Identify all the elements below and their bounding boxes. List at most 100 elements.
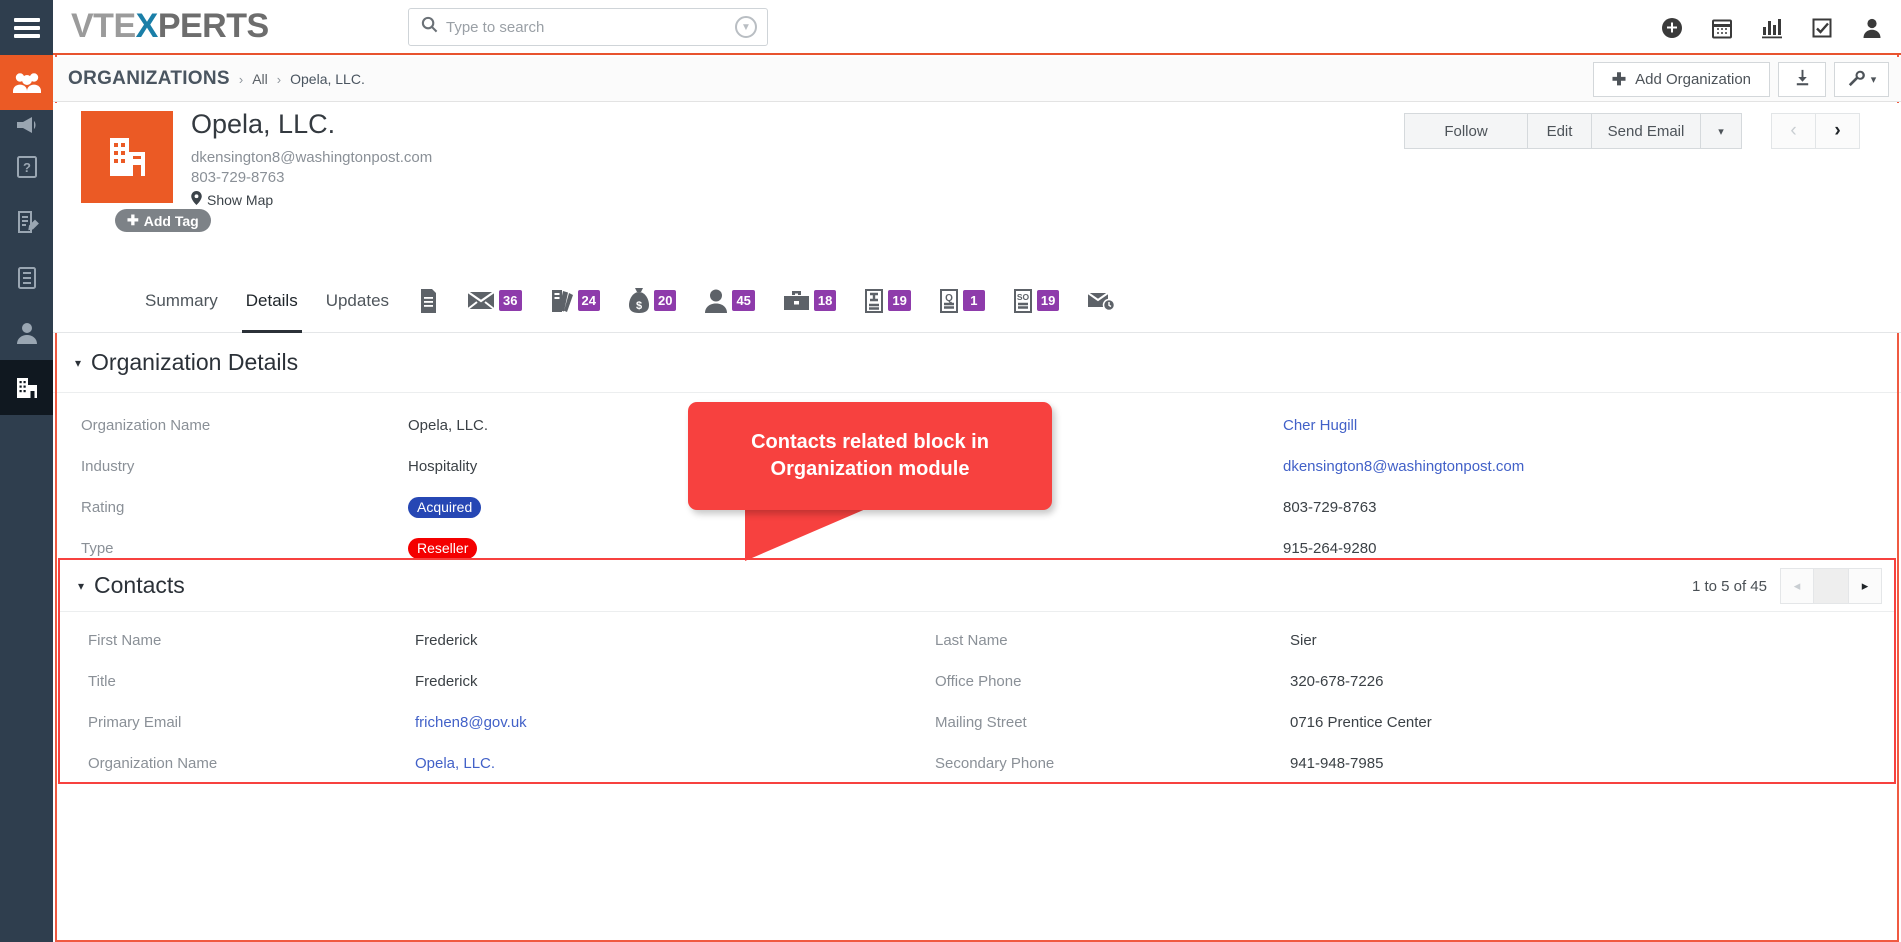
collapse-caret-icon[interactable]: ▾	[75, 356, 81, 370]
pagination-previous-button[interactable]: ◂	[1780, 568, 1814, 604]
contact-row: Primary Email frichen8@gov.uk Mailing St…	[60, 702, 1894, 743]
field-label: Primary Email	[88, 714, 182, 731]
tab-documents[interactable]	[403, 269, 453, 333]
breadcrumb-item-all[interactable]: All	[252, 71, 268, 87]
organization-details-header[interactable]: ▾ Organization Details	[53, 333, 1901, 393]
field-label: Rating	[81, 499, 125, 516]
tab-quotes[interactable]: Q 1	[925, 269, 999, 333]
field-label: Organization Name	[88, 755, 218, 772]
checklist-icon[interactable]	[1811, 17, 1833, 39]
top-icon-group	[1661, 0, 1883, 55]
collapse-caret-icon[interactable]: ▾	[78, 579, 84, 593]
record-avatar	[81, 111, 173, 203]
pagination-page-button[interactable]	[1813, 568, 1849, 604]
tab-tickets[interactable]: 24	[536, 269, 614, 333]
breadcrumb-item-record: Opela, LLC.	[290, 71, 365, 87]
person-icon	[704, 288, 728, 314]
sidebar-item-faq[interactable]: ?	[0, 140, 53, 195]
pagination-next-button[interactable]: ▸	[1848, 568, 1882, 604]
breadcrumb-module[interactable]: ORGANIZATIONS	[68, 68, 230, 90]
app-logo[interactable]: VTE X PERTS	[71, 7, 269, 46]
organizations-building-icon	[16, 377, 37, 398]
rating-badge: Acquired	[408, 497, 482, 518]
add-organization-button[interactable]: ✚ Add Organization	[1592, 62, 1770, 97]
file-cabinet-icon	[17, 266, 36, 289]
field-label: Office Phone	[935, 673, 1022, 690]
field-value: 320-678-7226	[1290, 673, 1384, 690]
contact-row: First Name Frederick Last Name Sier	[60, 620, 1894, 661]
tab-projects[interactable]: 18	[769, 269, 850, 333]
analytics-icon[interactable]	[1761, 17, 1783, 39]
add-tag-button[interactable]: ✚ Add Tag	[115, 209, 211, 232]
sidebar-item-user[interactable]	[0, 305, 53, 360]
sidebar-item-documents[interactable]	[0, 250, 53, 305]
tab-details[interactable]: Details	[232, 269, 312, 333]
sidebar-item-organizations[interactable]	[0, 360, 53, 415]
field-value[interactable]: Cher Hugill	[1283, 417, 1357, 434]
search-options-icon[interactable]: ▼	[735, 16, 757, 38]
sidebar-item-campaigns[interactable]	[0, 110, 53, 140]
send-email-button[interactable]: Send Email	[1591, 113, 1701, 149]
callout-tail	[745, 505, 875, 561]
sidebar-item-notes[interactable]	[0, 195, 53, 250]
logo-part2: PERTS	[157, 7, 269, 45]
email-schedule-icon	[1087, 290, 1116, 312]
search-input[interactable]	[446, 18, 735, 36]
svg-text:$: $	[636, 300, 642, 312]
user-icon[interactable]	[1861, 17, 1883, 39]
contacts-fields: First Name Frederick Last Name Sier Titl…	[60, 612, 1894, 784]
show-map-link[interactable]: Show Map	[191, 191, 432, 208]
next-record-button[interactable]: ›	[1815, 113, 1860, 149]
money-bag-icon: $	[628, 287, 650, 314]
sales-order-icon: SO	[1013, 288, 1033, 314]
contacts-block-header: ▾ Contacts 1 to 5 of 45 ◂ ▸	[60, 560, 1894, 612]
more-actions-button[interactable]: ▾	[1700, 113, 1742, 149]
field-label: Organization Name	[81, 417, 211, 434]
field-label: Secondary Phone	[935, 755, 1055, 772]
field-value[interactable]: frichen8@gov.uk	[415, 714, 935, 731]
tab-opportunities[interactable]: $ 20	[614, 269, 690, 333]
edit-button[interactable]: Edit	[1527, 113, 1592, 149]
tab-invoices[interactable]: 19	[850, 269, 924, 333]
show-map-label: Show Map	[207, 191, 274, 208]
record-header: Opela, LLC. dkensington8@washingtonpost.…	[53, 103, 1901, 269]
download-icon	[1793, 68, 1812, 91]
field-value: 803-729-8763	[1283, 499, 1377, 516]
hamburger-menu-button[interactable]	[0, 0, 53, 55]
tab-projects-badge: 18	[813, 290, 837, 311]
add-circle-icon[interactable]	[1661, 17, 1683, 39]
field-value[interactable]: Opela, LLC.	[415, 755, 935, 772]
calendar-icon[interactable]	[1711, 17, 1733, 39]
logo-x: X	[135, 7, 159, 45]
tab-updates[interactable]: Updates	[312, 269, 403, 333]
type-badge: Reseller	[408, 538, 478, 559]
location-pin-icon	[191, 191, 202, 208]
plus-icon: ✚	[127, 212, 139, 228]
previous-record-button[interactable]: ‹	[1771, 113, 1816, 149]
field-value: Frederick	[415, 632, 478, 649]
briefcase-icon	[783, 289, 810, 313]
search-icon	[421, 16, 438, 38]
record-tab-bar: Summary Details Updates 36 24 $ 20 45 18…	[53, 269, 1901, 333]
global-search[interactable]: ▼	[408, 8, 768, 46]
contacts-block-title: Contacts	[94, 572, 185, 598]
left-sidebar: ?	[0, 0, 53, 942]
field-value[interactable]: dkensington8@washingtonpost.com	[1283, 458, 1524, 475]
breadcrumb: ORGANIZATIONS › All › Opela, LLC.	[68, 68, 365, 90]
follow-button[interactable]: Follow	[1404, 113, 1528, 149]
tools-menu-button[interactable]: ▾	[1834, 62, 1889, 97]
chevron-down-icon: ▾	[1870, 74, 1877, 86]
tab-sales-orders[interactable]: SO 19	[999, 269, 1073, 333]
contacts-group-icon	[12, 72, 41, 93]
faq-book-icon: ?	[16, 155, 37, 178]
tab-summary[interactable]: Summary	[131, 269, 232, 333]
field-label: Last Name	[935, 632, 1008, 649]
sidebar-item-contacts[interactable]	[0, 55, 53, 110]
field-label: Type	[81, 540, 114, 557]
tab-contacts[interactable]: 45	[690, 269, 768, 333]
tab-scheduled-emails[interactable]	[1073, 269, 1129, 333]
tab-tickets-badge: 24	[577, 290, 600, 311]
export-button[interactable]	[1778, 62, 1826, 97]
building-icon	[110, 138, 145, 176]
tab-emails[interactable]: 36	[453, 269, 535, 333]
